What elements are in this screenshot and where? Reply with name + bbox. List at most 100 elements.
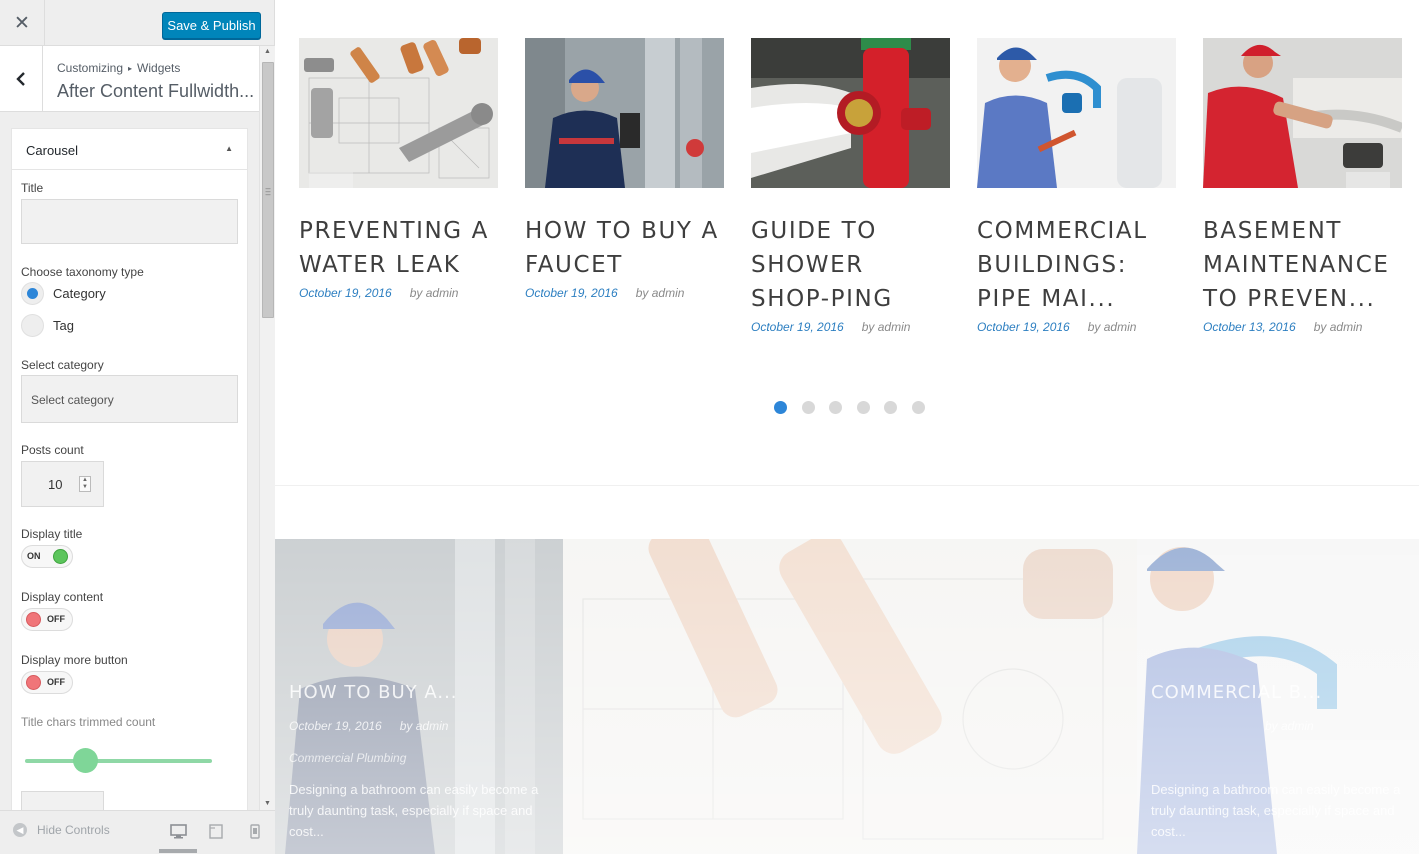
grip-icon: – – – [265,183,271,199]
hide-controls-label: Hide Controls [37,823,110,837]
post-author[interactable]: by admin [410,286,459,300]
tablet-icon[interactable] [209,824,223,839]
post-date[interactable]: October 19, 2016 [299,286,392,300]
toggle-knob [26,675,41,690]
collapse-arrow-icon[interactable]: ▲ [225,144,233,153]
radio-tag[interactable] [21,314,44,337]
post-card[interactable]: GUIDE TO SHOWER SHOP-PING October 19, 20… [751,38,950,334]
section-title: After Content Fullwidth... [57,81,255,101]
post-meta: October 19, 2016 by admin [751,320,950,334]
post-title[interactable]: HOW TO BUY A FAUCET [525,214,724,282]
post-author[interactable]: by admin [1088,320,1137,334]
trim-slider-handle[interactable] [73,748,98,773]
category-label: Select category [21,358,104,372]
post-thumbnail[interactable] [1203,38,1402,188]
stepper-arrows-icon[interactable]: ▲ ▼ [79,476,91,492]
chevron-left-icon [16,72,25,86]
featured-date[interactable]: October 19, 2016 [289,719,382,733]
trim-slider-track[interactable] [25,759,212,763]
featured-background [563,539,1137,854]
breadcrumb-separator: ▸ [128,64,133,73]
post-date[interactable]: October 13, 2016 [1203,320,1296,334]
pagination-dot[interactable] [801,401,815,414]
featured-author[interactable]: by admin [400,719,449,733]
post-card[interactable]: COMMERCIAL BUILDINGS: PIPE MAI... Octobe… [977,38,1176,334]
category-select[interactable]: Select category [21,375,238,423]
display-title-label: Display title [21,527,83,541]
save-publish-button[interactable]: Save & Publish [162,12,261,39]
scroll-thumb[interactable]: – – – [262,62,274,318]
customizer-sidebar: ✕ Save & Publish Customizing ▸ Widgets Aft… [0,0,275,854]
featured-title[interactable]: HOW TO BUY A... [289,682,458,703]
pagination-dot[interactable] [774,401,787,414]
carousel-next-button[interactable]: › [1346,172,1390,216]
widget-title: Carousel [26,143,79,158]
featured-meta: October 19, 2016 by admin [289,719,448,733]
post-author[interactable]: by admin [636,286,685,300]
post-title[interactable]: BASEMENT MAINTENANCE TO PREVEN... [1203,214,1402,316]
title-input[interactable] [21,199,238,244]
display-content-toggle[interactable]: OFF [21,608,73,631]
post-date[interactable]: October 19, 2016 [751,320,844,334]
mobile-icon[interactable] [250,824,260,839]
radio-tag-label: Tag [53,318,74,333]
breadcrumb-root: Customizing [57,61,124,75]
toggle-state-text: OFF [47,614,65,624]
post-date[interactable]: October 19, 2016 [525,286,618,300]
featured-post[interactable]: HOW TO BUY A... October 19, 2016 by admin… [275,539,563,854]
post-meta: October 13, 2016 by admin [1203,320,1402,334]
post-thumbnail[interactable] [299,38,498,188]
toggle-knob [53,549,68,564]
collapse-icon: ◀ [13,823,27,837]
post-card[interactable]: HOW TO BUY A FAUCET October 19, 2016 by a… [525,38,724,300]
overlay [563,539,1137,854]
posts-count-stepper[interactable]: 10 ▲ ▼ [21,461,104,507]
sidebar-scrollbar[interactable]: ▲ – – – ▼ [259,46,275,810]
featured-author[interactable]: by admin [1265,719,1314,733]
pagination-dot[interactable] [884,401,897,414]
plumber-sink-image [1203,38,1402,188]
pagination-dot[interactable] [856,401,870,414]
blueprint-pipes-image [299,38,498,188]
hide-controls-button[interactable]: ◀ Hide Controls [13,823,110,837]
featured-title[interactable]: COMMERCIAL B... [1151,682,1322,703]
carousel-widget: Carousel ▲ Title Choose taxonomy type Ca… [11,128,248,818]
chevron-right-icon: › [1363,178,1373,209]
carousel-prev-button[interactable] [309,172,353,216]
desktop-icon[interactable] [170,824,187,839]
toggle-knob [26,612,41,627]
breadcrumb-parent: Widgets [137,61,181,75]
trim-label: Title chars trimmed count [21,715,156,729]
carousel-pagination [774,401,939,414]
post-author[interactable]: by admin [1314,320,1363,334]
close-button[interactable]: ✕ [0,0,45,46]
post-date[interactable]: October 19, 2016 [977,320,1070,334]
active-device-indicator [159,849,197,853]
post-thumbnail[interactable] [751,38,950,188]
customizer-header: ✕ Save & Publish [0,0,274,46]
post-card[interactable]: PREVENTING A WATER LEAK October 19, 2016… [299,38,498,300]
display-title-toggle[interactable]: ON [21,545,73,568]
post-thumbnail[interactable] [525,38,724,188]
radio-category[interactable] [21,282,44,305]
post-title[interactable]: COMMERCIAL BUILDINGS: PIPE MAI... [977,214,1176,316]
fire-hydrant-image [751,38,950,188]
post-meta: October 19, 2016 by admin [299,286,498,300]
post-author[interactable]: by admin [862,320,911,334]
pagination-dot[interactable] [911,401,925,414]
featured-post[interactable]: COMMERCIAL B... by admin Designing a bat… [1137,539,1419,854]
pagination-dot[interactable] [829,401,842,414]
widget-header[interactable]: Carousel ▲ [12,129,247,170]
post-title[interactable]: PREVENTING A WATER LEAK [299,214,498,282]
featured-posts-strip: HOW TO BUY A... October 19, 2016 by admin… [275,539,1419,854]
post-thumbnail[interactable] [977,38,1176,188]
display-more-toggle[interactable]: OFF [21,671,73,694]
back-button[interactable] [0,46,43,112]
toggle-state-text: OFF [47,677,65,687]
scroll-down-arrow-icon[interactable]: ▼ [264,800,271,807]
post-title[interactable]: GUIDE TO SHOWER SHOP-PING [751,214,950,316]
post-meta: October 19, 2016 by admin [977,320,1176,334]
scroll-up-arrow-icon[interactable]: ▲ [264,48,271,55]
display-content-label: Display content [21,590,104,604]
featured-category[interactable]: Commercial Plumbing [289,751,406,765]
